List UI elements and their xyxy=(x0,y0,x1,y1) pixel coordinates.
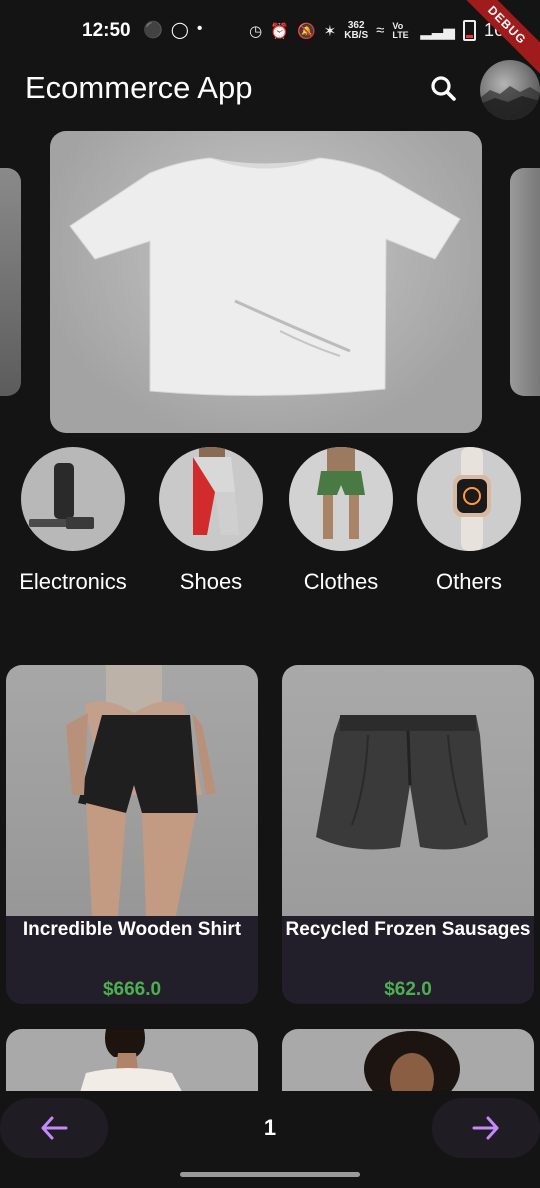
next-page-button[interactable] xyxy=(432,1098,540,1158)
mute-icon: 🔕 xyxy=(296,22,316,40)
arrow-right-icon xyxy=(472,1116,499,1140)
category-item-shoes[interactable]: Shoes xyxy=(157,447,265,595)
product-image xyxy=(78,1029,186,1099)
instagram-icon: ◯ xyxy=(170,22,189,39)
pants-image xyxy=(159,447,263,551)
pagination-bar: 1 xyxy=(0,1091,540,1166)
product-image xyxy=(282,665,534,916)
carousel-prev-slide[interactable] xyxy=(0,168,21,396)
speed-readout: 362 KB/S xyxy=(344,20,369,41)
status-bar: 12:50 ⚫ ◯ • ◷ ⏰ 🔕 ✶ 362 KB/S ≈ Vo LTE ▂▃… xyxy=(0,0,540,79)
phone-image xyxy=(21,447,125,551)
category-label: Others xyxy=(435,569,503,594)
alarm-icon: ⏰ xyxy=(270,22,289,40)
dot-icon: • xyxy=(196,20,203,37)
category-label: Shoes xyxy=(179,569,243,594)
product-name: Incredible Wooden Shirt xyxy=(22,919,242,940)
category-item-others[interactable]: Others xyxy=(417,447,521,595)
product-card[interactable] xyxy=(6,1029,258,1099)
category-label: Clothes xyxy=(303,569,379,594)
signal-icon: ▂▃▅ xyxy=(420,22,455,40)
product-card[interactable]: Recycled Frozen Sausages $62.0 xyxy=(282,665,534,1004)
search-icon[interactable] xyxy=(426,71,462,107)
product-price: $666.0 xyxy=(102,979,162,1000)
watch-image xyxy=(417,447,521,551)
category-item-clothes[interactable]: Clothes xyxy=(287,447,395,595)
home-indicator[interactable] xyxy=(180,1172,360,1177)
carousel-slide[interactable] xyxy=(50,131,482,433)
product-price: $62.0 xyxy=(384,979,432,1000)
status-time: 12:50 xyxy=(82,20,131,41)
network-label: Vo LTE xyxy=(392,20,409,40)
bluetooth-icon: ✶ xyxy=(323,22,337,40)
system-icons: ◷ ⏰ 🔕 ✶ 362 KB/S ≈ Vo LTE ▂▃▅ 16% xyxy=(249,20,520,41)
battery-icon xyxy=(462,20,476,41)
carousel-next-slide[interactable] xyxy=(510,168,540,396)
speedometer-icon: ◷ xyxy=(249,22,263,40)
product-card[interactable] xyxy=(282,1029,534,1099)
shorts-image xyxy=(289,447,393,551)
product-name: Recycled Frozen Sausages xyxy=(285,919,531,940)
product-card[interactable]: Incredible Wooden Shirt $666.0 xyxy=(6,665,258,1004)
category-label: Electronics xyxy=(19,569,127,594)
profile-avatar[interactable] xyxy=(480,60,540,120)
category-item-electronics[interactable]: Electronics xyxy=(12,447,134,595)
t-shirt-image xyxy=(69,157,461,397)
wifi-icon: ≈ xyxy=(376,22,385,39)
product-image xyxy=(6,665,258,916)
app-title: Ecommerce App xyxy=(25,70,253,105)
category-list: Electronics Shoes Clothes Others xyxy=(0,447,540,607)
speed-unit: KB/S xyxy=(344,29,369,41)
notification-icons: ⚫ ◯ • xyxy=(143,20,202,40)
product-image xyxy=(364,1031,460,1099)
snapchat-icon: ⚫ xyxy=(143,22,163,39)
